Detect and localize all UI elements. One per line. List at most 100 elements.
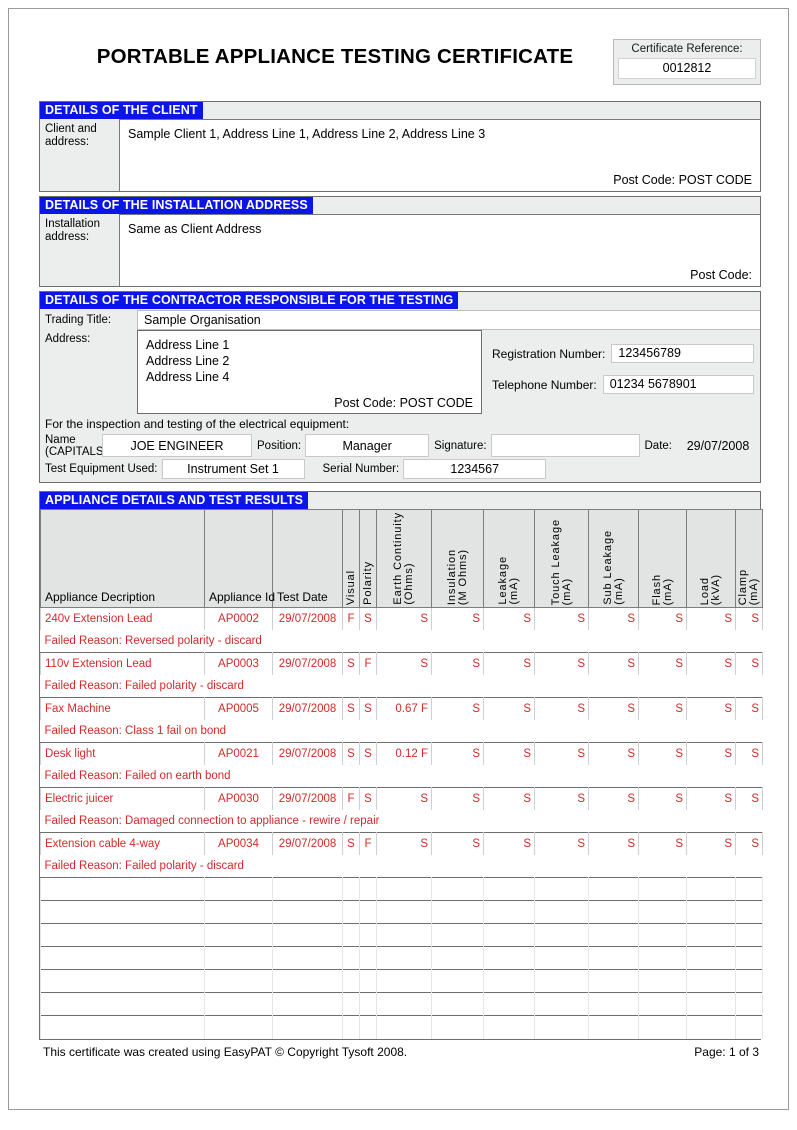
cell-appliance-id: AP0034 [204, 832, 273, 855]
cell-visual: S [342, 742, 360, 765]
cell-insulation: S [431, 787, 484, 810]
cell-empty [686, 877, 736, 901]
cell-empty [534, 877, 589, 901]
cell-test-date: 29/07/2008 [272, 832, 343, 855]
cell-earth-continuity: S [376, 787, 432, 810]
table-row-empty[interactable] [40, 900, 763, 924]
cell-empty [735, 946, 763, 970]
client-postcode: Post Code: POST CODE [613, 173, 752, 187]
cell-visual: S [342, 697, 360, 720]
cell-failed-reason: Failed Reason: Reversed polarity - disca… [44, 634, 262, 647]
col-appliance-id: Appliance Id [204, 509, 275, 608]
table-row[interactable]: 240v Extension Lead AP0002 29/07/2008 F S S S S… [40, 607, 763, 630]
table-row-empty[interactable] [40, 923, 763, 947]
signature-value[interactable] [490, 434, 640, 457]
date-value[interactable]: 29/07/2008 [676, 434, 760, 457]
table-row[interactable]: Desk light AP0021 29/07/2008 S S 0.12 FSSSSSS… [40, 742, 763, 765]
table-row[interactable]: 110v Extension Lead AP0003 29/07/2008 S F S S S… [40, 652, 763, 675]
cell-empty [359, 1015, 377, 1039]
appliance-section-title: APPLIANCE DETAILS AND TEST RESULTS [40, 492, 309, 509]
cell-empty [204, 969, 273, 993]
cell-leakage: S [483, 787, 535, 810]
col-visual-line1: Visual [344, 569, 357, 605]
page-title: PORTABLE APPLIANCE TESTING CERTIFICATE [96, 45, 574, 68]
cell-touch-leakage: S [534, 787, 589, 810]
table-row-failed-reason: Failed Reason: Damaged connection to app… [41, 810, 763, 833]
cell-empty [342, 877, 360, 901]
cell-sub-leakage: S [588, 652, 639, 675]
cell-empty [483, 992, 535, 1016]
installation-address-label-line1: Installation [45, 218, 100, 230]
cell-empty [735, 992, 763, 1016]
cell-empty [686, 969, 736, 993]
cell-empty [638, 877, 687, 901]
col-touch-leakage: Touch Leakage (mA) [534, 509, 589, 608]
serial-number-value[interactable]: 1234567 [403, 459, 547, 479]
table-row[interactable]: Fax Machine AP0005 29/07/2008 S S 0.67 FSSSSS… [40, 697, 763, 720]
cell-test-date: 29/07/2008 [272, 787, 343, 810]
cell-empty [588, 923, 639, 947]
name-value[interactable]: JOE ENGINEER [102, 434, 252, 457]
client-address-box[interactable]: Sample Client 1, Address Line 1, Address… [119, 119, 760, 191]
installation-address-label: Installation address: [40, 214, 119, 286]
trading-title-value[interactable]: Sample Organisation [137, 309, 760, 330]
document-header: PORTABLE APPLIANCE TESTING CERTIFICATE C… [39, 29, 761, 91]
col-leakage: Leakage (mA) [483, 509, 535, 608]
page-frame: PORTABLE APPLIANCE TESTING CERTIFICATE C… [8, 8, 789, 1110]
table-row-empty[interactable] [40, 877, 763, 901]
table-row-empty[interactable] [40, 946, 763, 970]
cell-empty [40, 923, 205, 947]
table-row-empty[interactable] [40, 992, 763, 1016]
cell-empty [686, 923, 736, 947]
cell-touch-leakage: S [534, 652, 589, 675]
col-flash: Flash (mA) [638, 509, 687, 608]
cell-load: S [686, 652, 736, 675]
cell-sub-leakage: S [588, 607, 639, 630]
cell-insulation: S [431, 607, 484, 630]
cell-empty [359, 969, 377, 993]
cell-sub-leakage: S [588, 697, 639, 720]
cell-visual: S [342, 832, 360, 855]
cell-empty [431, 946, 484, 970]
cell-earth-continuity: 0.67 F [376, 697, 432, 720]
table-row-empty[interactable] [40, 1015, 763, 1039]
trading-title-row: Trading Title: Sample Organisation [40, 309, 760, 330]
telephone-number-value[interactable]: 01234 5678901 [602, 375, 754, 394]
installation-address-row: Installation address: Same as Client Add… [40, 214, 760, 286]
document-footer: This certificate was created using EasyP… [39, 1040, 761, 1059]
cell-empty [534, 946, 589, 970]
installation-address-box[interactable]: Same as Client Address Post Code: [119, 214, 760, 286]
cell-appliance-id: AP0030 [204, 787, 273, 810]
cell-failed-reason: Failed Reason: Failed polarity - discard [44, 859, 244, 872]
registration-number-value[interactable]: 123456789 [611, 344, 754, 363]
cell-empty [272, 946, 343, 970]
cell-test-date: 29/07/2008 [272, 652, 343, 675]
footer-page-number: Page: 1 of 3 [694, 1044, 759, 1059]
cell-empty [686, 900, 736, 924]
test-equipment-row: Test Equipment Used: Instrument Set 1 Se… [40, 458, 760, 482]
cell-empty [638, 1015, 687, 1039]
cell-touch-leakage: S [534, 742, 589, 765]
installation-address-label-line2: address: [45, 231, 90, 243]
table-row[interactable]: Extension cable 4-way AP0034 29/07/2008 S F S… [40, 832, 763, 855]
table-row[interactable]: Electric juicer AP0030 29/07/2008 F S S S S S S S S… [40, 787, 763, 810]
cell-empty [40, 992, 205, 1016]
table-row-empty[interactable] [40, 969, 763, 993]
col-earth-continuity-line2: (Ohms) [403, 562, 415, 605]
date-label: Date: [644, 439, 673, 452]
cell-empty [534, 1015, 589, 1039]
cell-insulation: S [431, 832, 484, 855]
cell-failed-reason: Failed Reason: Failed polarity - discard [44, 679, 244, 692]
certificate-reference-value[interactable]: 0012812 [618, 58, 756, 79]
position-value[interactable]: Manager [305, 434, 430, 457]
contractor-address-box[interactable]: Address Line 1 Address Line 2 Address Li… [137, 330, 482, 414]
cell-empty [204, 900, 273, 924]
test-equipment-value[interactable]: Instrument Set 1 [161, 459, 305, 479]
cell-appliance-id: AP0002 [204, 607, 273, 630]
table-row-failed-reason: Failed Reason: Reversed polarity - disca… [41, 630, 763, 653]
installation-postcode: Post Code: [690, 268, 752, 282]
appliance-section: APPLIANCE DETAILS AND TEST RESULTS Appli… [39, 491, 763, 1040]
cell-load: S [686, 787, 736, 810]
col-leakage-line2: (mA) [508, 577, 520, 605]
cell-empty [483, 946, 535, 970]
